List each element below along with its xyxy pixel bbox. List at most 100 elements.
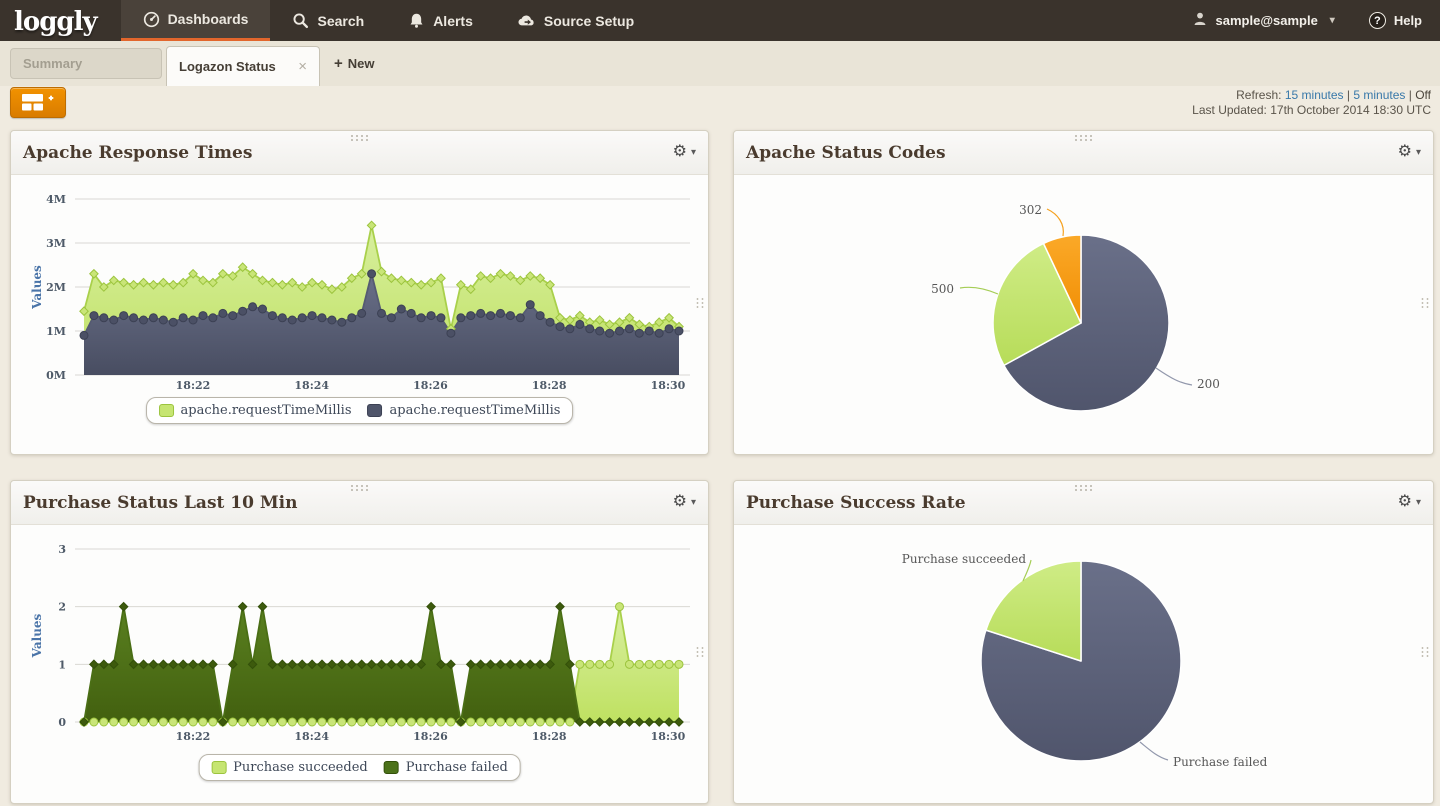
legend-item: apache.requestTimeMillis [368, 403, 561, 418]
new-dashboard-button[interactable]: + New [334, 55, 375, 72]
nav-item-label: Source Setup [544, 13, 634, 29]
legend-item: apache.requestTimeMillis [159, 403, 352, 418]
nav-item-label: Dashboards [168, 11, 249, 27]
nav-item-label: Search [317, 13, 364, 29]
gear-icon: ⚙ [1398, 143, 1412, 159]
search-icon [292, 12, 309, 29]
svg-text:18:30: 18:30 [651, 379, 686, 392]
resize-handle-icon[interactable] [695, 646, 704, 658]
purchase-success-rate-pie-chart: Purchase failed Purchase succeeded [734, 526, 1433, 804]
legend-label: Purchase failed [406, 760, 508, 775]
chevron-down-icon [1412, 492, 1421, 510]
legend-swatch [159, 404, 174, 417]
svg-text:Purchase succeeded: Purchase succeeded [902, 552, 1027, 566]
legend-item: Purchase failed [384, 760, 508, 775]
refresh-5min-link[interactable]: 5 minutes [1353, 88, 1405, 102]
separator: | [1409, 88, 1412, 102]
svg-text:Purchase failed: Purchase failed [1173, 755, 1268, 769]
user-icon [1192, 11, 1208, 30]
add-widget-button[interactable] [10, 87, 66, 118]
nav-search[interactable]: Search [270, 0, 386, 41]
nav-item-label: Alerts [433, 13, 473, 29]
legend-swatch [368, 404, 383, 417]
plus-icon: + [334, 55, 343, 72]
svg-text:200: 200 [1197, 377, 1220, 391]
top-nav: loggly Dashboards Search Alerts [0, 0, 1440, 41]
apache-status-codes-pie-chart: 200 500 302 [734, 176, 1433, 455]
svg-text:18:24: 18:24 [294, 379, 329, 392]
dashboard-tabbar: Summary Logazon Status × + New [0, 41, 1440, 86]
nav-alerts[interactable]: Alerts [386, 0, 495, 41]
svg-text:2: 2 [58, 601, 66, 614]
panel-apache-response-times: Apache Response Times ⚙ 0M1M2M3M4MValues… [10, 130, 709, 455]
svg-text:500: 500 [931, 282, 954, 296]
dashboard-content: Refresh: 15 minutes | 5 minutes | Off La… [0, 86, 1440, 806]
gear-icon: ⚙ [1398, 493, 1412, 509]
drag-handle-icon[interactable] [349, 134, 370, 142]
svg-text:18:30: 18:30 [651, 730, 686, 743]
svg-text:0: 0 [58, 716, 66, 729]
svg-text:18:28: 18:28 [532, 379, 567, 392]
user-menu[interactable]: sample@sample [1192, 11, 1335, 30]
chevron-down-icon [687, 492, 696, 510]
svg-text:1: 1 [58, 658, 66, 671]
resize-handle-icon[interactable] [1420, 297, 1429, 309]
legend-label: apache.requestTimeMillis [181, 403, 352, 418]
tab-label: Logazon Status [179, 59, 276, 74]
panel-settings-button[interactable]: ⚙ [673, 142, 696, 160]
legend-swatch [211, 761, 226, 774]
panel-purchase-success-rate: Purchase Success Rate ⚙ Purchase failedP… [733, 480, 1434, 804]
chart-legend: Purchase succeeded Purchase failed [198, 754, 521, 781]
refresh-off-option[interactable]: Off [1415, 88, 1431, 102]
legend-label: Purchase succeeded [233, 760, 368, 775]
nav-right: sample@sample ? Help [1192, 0, 1440, 41]
nav-dashboards[interactable]: Dashboards [121, 0, 271, 41]
tab-label: Summary [23, 56, 82, 71]
resize-handle-icon[interactable] [1420, 646, 1429, 658]
close-icon[interactable]: × [296, 58, 309, 75]
panel-settings-button[interactable]: ⚙ [1398, 492, 1421, 510]
loggly-dashboard-app: loggly Dashboards Search Alerts [0, 0, 1440, 806]
chevron-down-icon [1412, 142, 1421, 160]
panel-purchase-status: Purchase Status Last 10 Min ⚙ 0123Values… [10, 480, 709, 804]
last-updated: Last Updated: 17th October 2014 18:30 UT… [1192, 103, 1431, 118]
tab-summary[interactable]: Summary [10, 48, 162, 79]
svg-text:18:26: 18:26 [413, 730, 448, 743]
cloud-icon [517, 12, 536, 29]
refresh-line: Refresh: 15 minutes | 5 minutes | Off [1192, 88, 1431, 103]
drag-handle-icon[interactable] [349, 484, 370, 492]
svg-text:18:28: 18:28 [532, 730, 567, 743]
legend-label: apache.requestTimeMillis [390, 403, 561, 418]
svg-text:302: 302 [1019, 203, 1042, 217]
gauge-icon [143, 11, 160, 28]
tab-logazon-status[interactable]: Logazon Status × [166, 46, 320, 86]
help-menu[interactable]: ? Help [1369, 12, 1422, 29]
refresh-controls: Refresh: 15 minutes | 5 minutes | Off La… [1192, 88, 1431, 118]
svg-text:3M: 3M [46, 237, 66, 250]
legend-item: Purchase succeeded [211, 760, 368, 775]
refresh-15min-link[interactable]: 15 minutes [1285, 88, 1344, 102]
svg-text:2M: 2M [46, 281, 66, 294]
help-icon: ? [1369, 12, 1386, 29]
drag-handle-icon[interactable] [1073, 134, 1094, 142]
refresh-label: Refresh: [1236, 88, 1281, 102]
chart-legend: apache.requestTimeMillis apache.requestT… [146, 397, 574, 424]
resize-handle-icon[interactable] [695, 297, 704, 309]
nav-source-setup[interactable]: Source Setup [495, 0, 656, 41]
main-nav: Dashboards Search Alerts Source Setup [121, 0, 657, 41]
panel-apache-status-codes: Apache Status Codes ⚙ 200500302 [733, 130, 1434, 455]
chevron-down-icon [687, 142, 696, 160]
loggly-logo[interactable]: loggly [0, 0, 121, 41]
panel-settings-button[interactable]: ⚙ [1398, 142, 1421, 160]
question-glyph: ? [1374, 15, 1381, 27]
help-label: Help [1394, 13, 1422, 28]
svg-text:Values: Values [30, 613, 44, 658]
user-email: sample@sample [1216, 13, 1318, 28]
panel-settings-button[interactable]: ⚙ [673, 492, 696, 510]
new-label: New [348, 56, 375, 71]
svg-text:18:26: 18:26 [413, 379, 448, 392]
bell-icon [408, 12, 425, 29]
svg-text:1M: 1M [46, 325, 66, 338]
gear-icon: ⚙ [673, 493, 687, 509]
drag-handle-icon[interactable] [1073, 484, 1094, 492]
